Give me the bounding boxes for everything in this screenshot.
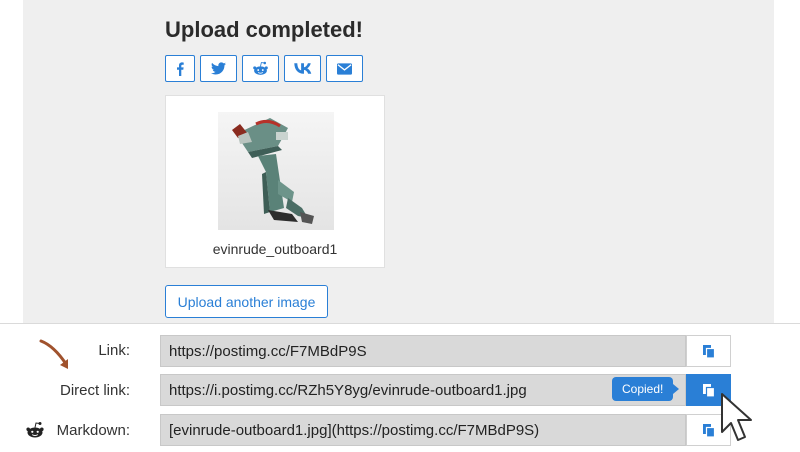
copy-icon xyxy=(702,383,715,398)
mouse-cursor-icon xyxy=(721,393,752,441)
direct-link-label: Direct link: xyxy=(59,382,130,399)
page-title: Upload completed! xyxy=(165,17,364,42)
vk-icon xyxy=(293,63,311,74)
upload-another-button[interactable]: Upload another image xyxy=(165,285,328,318)
facebook-icon xyxy=(177,61,184,76)
outboard-motor-thumbnail[interactable] xyxy=(218,112,334,230)
pointer-arrow-icon xyxy=(39,339,68,369)
copied-tooltip: Copied! xyxy=(612,377,680,401)
share-twitter-button[interactable] xyxy=(200,55,237,82)
email-icon xyxy=(337,62,352,75)
share-reddit-button[interactable] xyxy=(242,55,279,82)
image-filename: evinrude_outboard1 xyxy=(212,241,338,257)
markdown-label: Markdown: xyxy=(56,422,130,439)
direct-link-field[interactable]: https://i.postimg.cc/RZh5Y8yg/evinrude-o… xyxy=(160,374,686,406)
section-divider xyxy=(0,323,800,324)
share-email-button[interactable] xyxy=(326,55,363,82)
reddit-icon xyxy=(26,422,44,438)
share-facebook-button[interactable] xyxy=(165,55,195,82)
twitter-icon xyxy=(211,62,226,75)
reddit-icon xyxy=(253,61,268,75)
image-thumbnail-card[interactable]: evinrude_outboard1 xyxy=(165,95,385,268)
share-vk-button[interactable] xyxy=(284,55,321,82)
copy-link-button[interactable] xyxy=(686,335,731,367)
copy-icon xyxy=(702,423,715,438)
copy-icon xyxy=(702,344,715,359)
link-label: Link: xyxy=(98,342,130,359)
markdown-field[interactable]: [evinrude-outboard1.jpg](https://postimg… xyxy=(160,414,686,446)
link-field[interactable]: https://postimg.cc/F7MBdP9S xyxy=(160,335,686,367)
upload-result-panel xyxy=(23,0,774,323)
